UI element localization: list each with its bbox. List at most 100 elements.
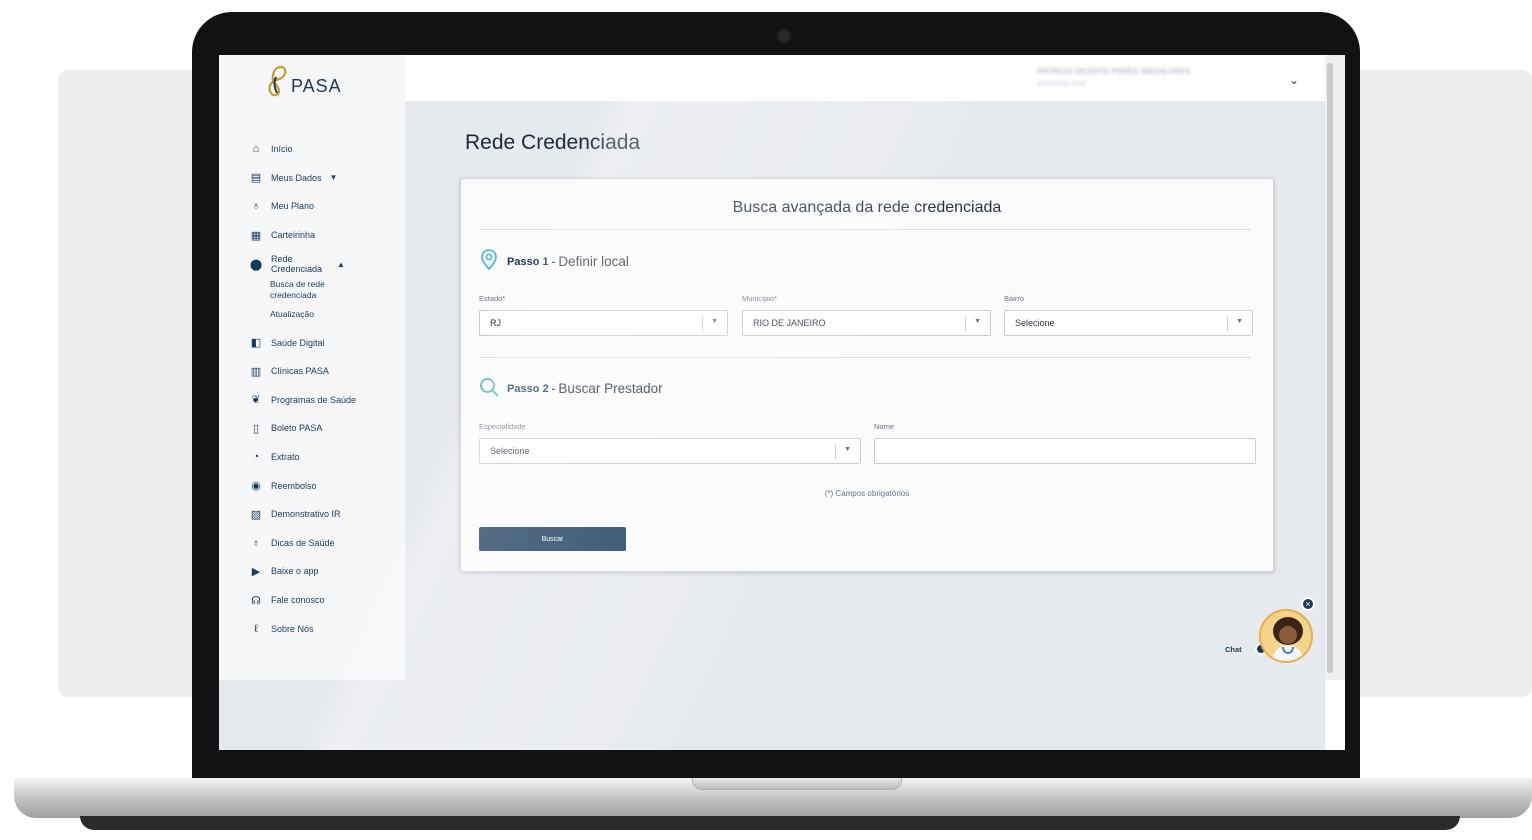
sidebar-item-baixe-o-app[interactable]: ▶ Baixe o app [249,557,399,586]
close-icon[interactable]: × [1301,597,1315,611]
bairro-label: Bairro [1004,294,1025,303]
sidebar-item-label: Início [271,144,293,155]
sidebar-item-label: Fale conosco [271,595,325,606]
search-icon [479,377,499,400]
chevron-up-icon[interactable]: ▲ [337,260,345,269]
sidebar-item-meu-plano[interactable]: ♁ Meu Plano [249,192,399,221]
chevron-down-icon: ▼ [844,446,851,453]
page-title: Rede Credenciada [465,131,641,154]
nome-input[interactable] [874,438,1256,464]
sidebar-item-boleto-pasa[interactable]: ▯ Boleto PASA [249,414,399,443]
pasa-logo-icon: ℓ [254,622,258,635]
location-pin-icon: ⬤ [249,258,263,271]
webcam [776,28,792,44]
card-icon: ▦ [250,229,262,242]
sidebar-subitem[interactable]: Atualização [270,309,342,320]
chevron-down-icon: ▼ [974,318,981,325]
stethoscope-icon: ♁ [251,200,261,213]
sidebar-item-label: Saúde Digital [271,337,325,348]
divider [479,357,1251,358]
especialidade-select[interactable]: Selecione ▼ [479,438,861,464]
user-block[interactable]: PATRICIA VICENTE PERES MAGALHÃES XXXXXXX… [1037,67,1229,89]
laptop-bottom-shadow [80,816,1460,830]
sidebar-item-label: Boleto PASA [271,423,323,434]
sidebar-item-label: Programas de Saúde [271,394,357,405]
select-separator [965,317,966,331]
sidebar-item-label: Carteirinha [271,230,316,241]
location-pin-icon [481,249,497,274]
especialidade-value: Selecione [490,446,530,456]
chevron-down-icon: ▼ [1236,318,1243,325]
chat-label[interactable]: Chat [1225,645,1242,654]
sidebar-item-label: Demonstrativo IR [271,509,341,520]
sidebar-item-label: Clínicas PASA [271,366,329,377]
step-1-label: Passo 1 - [507,255,556,268]
health-program-icon: ❦ [251,394,261,407]
sidebar-item-saude-digital[interactable]: ◧ Saúde Digital [249,328,399,357]
sidebar-item-rede-credenciada[interactable]: ⬤ Rede Credenciada ▲ [249,249,399,279]
estado-select[interactable]: RJ ▼ [479,310,728,336]
municipio-value: RIO DE JANEIRO [753,318,826,328]
sidebar-item-reembolso[interactable]: ◉ Reembolso [249,471,399,500]
sidebar-item-programas-de-saude[interactable]: ❦ Programas de Saúde [249,386,399,415]
chevron-down-icon: ▼ [711,318,718,325]
step-1-heading: Passo 1 - Definir local [481,249,629,274]
sidebar-item-meus-dados[interactable]: ▤ Meus Dados ▼ [249,164,399,193]
document-icon: ▧ [250,508,262,521]
estado-value: RJ [490,318,501,328]
logo-text: PASA [291,75,342,96]
sidebar-nav: ⌂ Início ▤ Meus Dados ▼ ♁ Meu Plano ▦ Carteirinh… [249,135,399,643]
divider [479,229,1251,230]
sidebar-item-fale-conosco[interactable]: ☊ Fale conosco [249,586,399,615]
download-app-icon: ▶ [251,565,261,578]
barcode-icon: ▯ [252,422,260,435]
municipio-select[interactable]: RIO DE JANEIRO ▼ [742,310,991,336]
nome-label: Nome [874,422,895,431]
step-2-text: Buscar Prestador [558,381,663,396]
sidebar-item-label: Reembolso [271,480,317,491]
sidebar-item-label: Sobre Nós [271,623,314,634]
chevron-down-icon[interactable]: ⌄ [1289,73,1299,87]
step-2-heading: Passo 2 - Buscar Prestador [479,377,663,400]
municipio-label: Município* [742,294,778,303]
search-button[interactable]: Buscar [479,527,626,551]
select-separator [835,445,836,459]
piggy-bank-icon: ◉ [251,480,261,493]
scrollbar-thumb[interactable] [1327,63,1333,673]
select-separator [1227,317,1228,331]
sidebar-item-label: Dicas de Saúde [271,537,335,548]
clock-icon: ◔ [252,451,260,464]
sidebar-item-dicas-de-saude[interactable]: ♁ Dicas de Saúde [249,529,399,558]
bairro-value: Selecione [1015,318,1055,328]
sidebar-item-carteirinha[interactable]: ▦ Carteirinha [249,221,399,250]
id-card-icon: ▤ [250,172,262,185]
sidebar-item-extrato[interactable]: ◔ Extrato [249,443,399,472]
search-card: Busca avançada da rede credenciada Passo… [460,178,1274,572]
home-icon: ⌂ [252,143,260,156]
sidebar-item-sobre-nos[interactable]: ℓ Sobre Nós [249,614,399,643]
sidebar-item-demonstrativo-ir[interactable]: ▧ Demonstrativo IR [249,500,399,529]
pasa-logo[interactable]: PASA [265,63,342,99]
sidebar-item-label: Rede Credenciada [271,254,323,275]
pasa-logo-icon [265,63,289,99]
step-1-text: Definir local [558,254,629,269]
sidebar-item-label: Meus Dados [271,172,322,183]
estado-label: Estado* [479,294,506,303]
step-2-label: Passo 2 - [507,382,556,395]
phone-health-icon: ◧ [250,337,262,350]
card-title: Busca avançada da rede credenciada [732,199,1002,216]
sidebar-item-label: Extrato [271,452,300,463]
headset-icon: ☊ [251,594,261,607]
sidebar-item-label: Baixe o app [271,566,319,577]
sidebar-subitem[interactable]: Busca de rede credenciada [270,279,342,301]
laptop-screen: PASA ⌂ Início ▤ Meus Dados ▼ ♁ Meu Plano ▦ Carte… [219,55,1345,750]
especialidade-label: Especialidade [479,422,526,431]
chevron-down-icon[interactable]: ▼ [330,173,338,182]
bairro-select[interactable]: Selecione ▼ [1004,310,1253,336]
sidebar-item-inicio[interactable]: ⌂ Início [249,135,399,164]
stethoscope-tip-icon: ♁ [251,536,261,549]
sidebar-item-clinicas-pasa[interactable]: ▥ Clínicas PASA [249,357,399,386]
user-name: PATRICIA VICENTE PERES MAGALHÃES [1037,67,1191,76]
chat-assistant-avatar[interactable] [1259,609,1313,663]
select-separator [702,317,703,331]
